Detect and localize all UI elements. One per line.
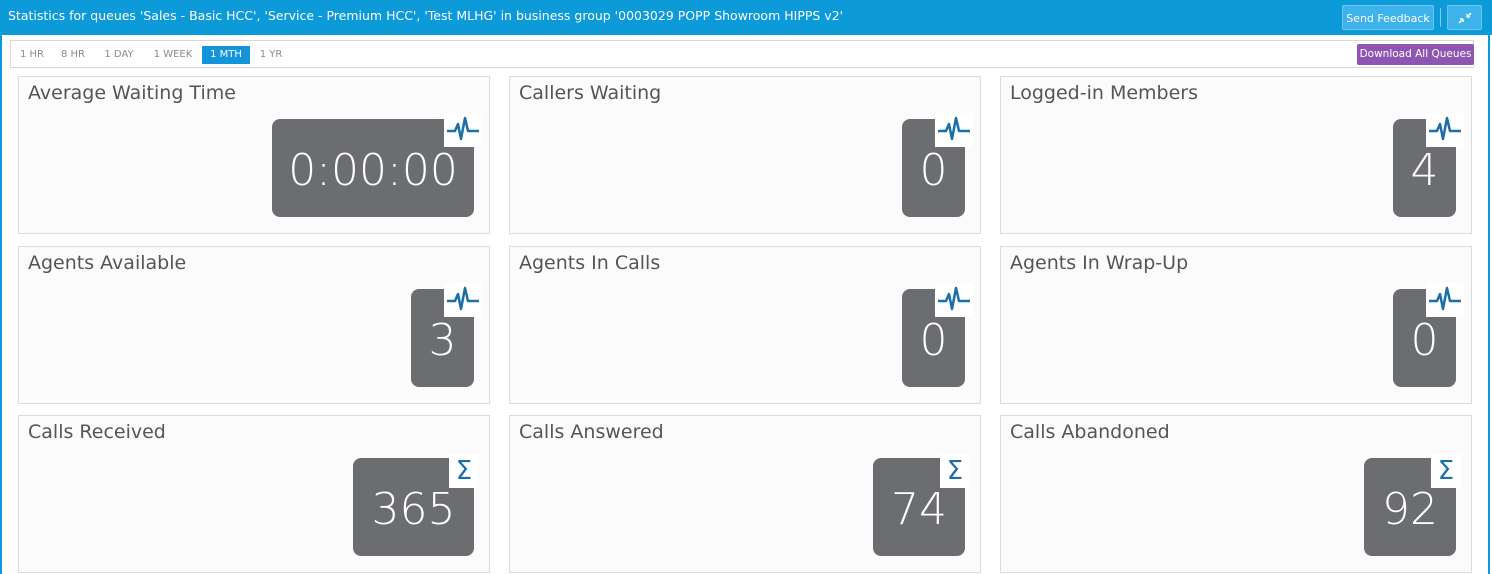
range-1week-button[interactable]: 1 WEEK (148, 46, 198, 64)
header-bar: Statistics for queues 'Sales - Basic HCC… (0, 0, 1492, 35)
download-all-queues-button[interactable]: Download All Queues (1357, 44, 1474, 65)
range-1mth-button[interactable]: 1 MTH (202, 46, 250, 64)
tile-label: Logged-in Members (1010, 82, 1199, 104)
send-feedback-button[interactable]: Send Feedback (1342, 5, 1434, 30)
collapse-button[interactable] (1447, 5, 1482, 30)
tile-calls-answered: Calls Answered 74 Σ (509, 415, 981, 573)
tile-calls-abandoned: Calls Abandoned 92 Σ (1000, 415, 1472, 573)
pulse-icon (1426, 283, 1464, 317)
sigma-icon: Σ (940, 454, 970, 488)
tile-agents-in-calls: Agents In Calls 0 (509, 246, 981, 404)
pulse-icon (1426, 113, 1464, 147)
range-8hr-button[interactable]: 8 HR (57, 46, 89, 64)
range-1hr-button[interactable]: 1 HR (16, 46, 48, 64)
page-title: Statistics for queues 'Sales - Basic HCC… (8, 8, 844, 23)
tile-label: Calls Answered (519, 421, 664, 443)
tile-agents-available: Agents Available 3 (18, 246, 490, 404)
tile-calls-received: Calls Received 365 Σ (18, 415, 490, 573)
range-1day-button[interactable]: 1 DAY (99, 46, 139, 64)
tile-label: Calls Abandoned (1010, 421, 1170, 443)
tile-label: Average Waiting Time (28, 82, 236, 104)
tile-label: Calls Received (28, 421, 166, 443)
tile-label: Agents In Wrap-Up (1010, 252, 1189, 274)
pulse-icon (444, 283, 482, 317)
divider (1440, 8, 1441, 27)
tile-average-waiting-time: Average Waiting Time 0:00:00 (18, 76, 490, 234)
tile-label: Agents Available (28, 252, 187, 274)
pulse-icon (935, 113, 973, 147)
tile-callers-waiting: Callers Waiting 0 (509, 76, 981, 234)
tile-agents-in-wrap-up: Agents In Wrap-Up 0 (1000, 246, 1472, 404)
pulse-icon (935, 283, 973, 317)
tile-label: Callers Waiting (519, 82, 662, 104)
time-range-toolbar: 1 HR 8 HR 1 DAY 1 WEEK 1 MTH 1 YR Downlo… (10, 40, 1474, 68)
pulse-icon (444, 113, 482, 147)
sigma-icon: Σ (449, 454, 479, 488)
tile-logged-in-members: Logged-in Members 4 (1000, 76, 1472, 234)
sigma-icon: Σ (1431, 454, 1461, 488)
compress-icon (1458, 12, 1472, 24)
range-1yr-button[interactable]: 1 YR (255, 46, 287, 64)
tile-label: Agents In Calls (519, 252, 661, 274)
